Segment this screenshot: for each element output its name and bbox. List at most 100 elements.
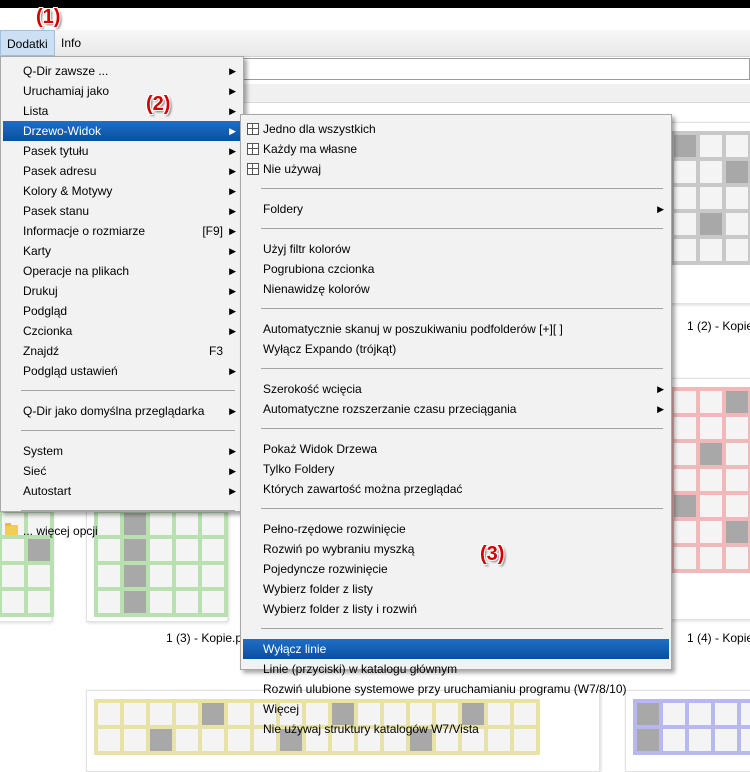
submenu-arrow-icon: ▶	[229, 486, 236, 496]
menu-dodatki[interactable]: Dodatki	[0, 30, 55, 56]
menu-item-wiecej-opcji[interactable]: ... więcej opcji	[3, 521, 241, 541]
menu-item-q-dir-zawsze[interactable]: Q-Dir zawsze ... ▶	[3, 61, 241, 81]
menu-item-karty[interactable]: Karty ▶	[3, 241, 241, 261]
menu-item-pokaz-widok-drzewa[interactable]: Pokaż Widok Drzewa	[243, 439, 669, 459]
menu-item-q-dir-jako-domyslna-przegladarka[interactable]: Q-Dir jako domyślna przeglądarka ▶	[3, 401, 241, 421]
menu-item-nie-uzywaj[interactable]: Nie używaj	[243, 159, 669, 179]
menu-item-label: Nienawidzę kolorów	[263, 282, 370, 296]
thumbnail-cell	[2, 591, 24, 613]
menu-item-pogrubiona-czcionka[interactable]: Pogrubiona czcionka	[243, 259, 669, 279]
menu-item-pasek-adresu[interactable]: Pasek adresu ▶	[3, 161, 241, 181]
menu-item-szerokosc-wciecia[interactable]: Szerokość wcięcia ▶	[243, 379, 669, 399]
thumbnail-cell	[150, 539, 172, 561]
thumbnail-cell	[674, 495, 696, 517]
thumbnail[interactable]	[662, 122, 750, 304]
menu-item-kolory-motywy[interactable]: Kolory & Motywy ▶	[3, 181, 241, 201]
thumbnail-cell	[726, 213, 748, 235]
menu-separator	[21, 510, 235, 511]
menu-item-nie-uzywaj-struktury-katalogow-w7-vista[interactable]: Nie używaj struktury katalogów W7/Vista	[243, 719, 669, 739]
thumbnail-cell	[726, 161, 748, 183]
menu-item-tylko-foldery[interactable]: Tylko Foldery	[243, 459, 669, 479]
menu-item-wy-acz-expando-trojkat[interactable]: Wyłącz Expando (trójkąt)	[243, 339, 669, 359]
menu-item-informacje-o-rozmiarze[interactable]: Informacje o rozmiarze [F9] ▶	[3, 221, 241, 241]
menu-item-wybierz-folder-z-listy-i-rozwin[interactable]: Wybierz folder z listy i rozwiń	[243, 599, 669, 619]
menu-item-drukuj[interactable]: Drukuj ▶	[3, 281, 241, 301]
column-header-strip	[240, 84, 750, 103]
menu-item-automatyczne-rozszerzanie-czasu-przeciagania[interactable]: Automatyczne rozszerzanie czasu przeciąg…	[243, 399, 669, 419]
menu-item-wiecej[interactable]: Więcej	[243, 699, 669, 719]
menu-item-uruchamiaj-jako[interactable]: Uruchamiaj jako ▶	[3, 81, 241, 101]
menu-item-wybierz-folder-z-listy[interactable]: Wybierz folder z listy	[243, 579, 669, 599]
thumbnail-image	[670, 131, 750, 265]
submenu-arrow-icon: ▶	[229, 406, 236, 416]
address-bar[interactable]	[240, 58, 750, 80]
menu-item-automatycznie-skanuj-w-poszukiwaniu-podfolderow[interactable]: Automatycznie skanuj w poszukiwaniu podf…	[243, 319, 669, 339]
menu-separator	[21, 390, 235, 391]
menu-item-ktorych-zawartosc-mozna-przegladac[interactable]: Których zawartość można przeglądać	[243, 479, 669, 499]
menu-item-lista[interactable]: Lista ▶	[3, 101, 241, 121]
menu-item-jedno-dla-wszystkich[interactable]: Jedno dla wszystkich	[243, 119, 669, 139]
menu-item-uzyj-filtr-kolorow[interactable]: Użyj filtr kolorów	[243, 239, 669, 259]
menu-item-pe-no-rzedowe-rozwiniecie[interactable]: Pełno-rzędowe rozwinięcie	[243, 519, 669, 539]
thumbnail[interactable]	[0, 500, 54, 622]
menu-item-label: Pasek tytułu	[23, 144, 89, 158]
menu-item-nienawidze-kolorow[interactable]: Nienawidzę kolorów	[243, 279, 669, 299]
menu-item-system[interactable]: System ▶	[3, 441, 241, 461]
menu-item-label: Lista	[23, 104, 49, 118]
menu-item-rozwin-po-wybraniu-myszka[interactable]: Rozwiń po wybraniu myszką	[243, 539, 669, 559]
thumbnail-cell	[124, 729, 146, 751]
menu-item-pojedyncze-rozwiniecie[interactable]: Pojedyncze rozwinięcie	[243, 559, 669, 579]
menu-item-label: Wybierz folder z listy	[263, 582, 373, 596]
menu-bar: Dodatki Info	[0, 30, 750, 57]
menu-item-pasek-tytu-u[interactable]: Pasek tytułu ▶	[3, 141, 241, 161]
menu-item-label: Znajdź	[23, 344, 60, 358]
thumbnail-cell	[176, 591, 198, 613]
submenu-arrow-icon: ▶	[229, 66, 236, 76]
menu-item-siec[interactable]: Sieć ▶	[3, 461, 241, 481]
submenu-arrow-icon: ▶	[657, 384, 664, 394]
menu-item-pasek-stanu[interactable]: Pasek stanu ▶	[3, 201, 241, 221]
menu-item-shortcut: [F9]	[202, 224, 223, 238]
menu-item-operacje-na-plikach[interactable]: Operacje na plikach ▶	[3, 261, 241, 281]
menu-separator	[261, 228, 663, 229]
menu-item-label: Pogrubiona czcionka	[263, 262, 375, 276]
submenu-arrow-icon: ▶	[229, 166, 236, 176]
menu-item-rozwin-ulubione-systemowe-przy-uruchamianiu-programu-w7-8-10[interactable]: Rozwiń ulubione systemowe przy uruchamia…	[243, 679, 669, 699]
menu-item-wy-acz-linie[interactable]: Wyłącz linie	[243, 639, 669, 659]
menu-separator	[261, 188, 663, 189]
thumbnail-cell	[700, 213, 722, 235]
thumbnail-cell	[741, 703, 750, 725]
menu-item-foldery[interactable]: Foldery ▶	[243, 199, 669, 219]
thumbnail[interactable]	[662, 378, 750, 620]
thumbnail[interactable]	[86, 500, 228, 622]
menu-item-czcionka[interactable]: Czcionka ▶	[3, 321, 241, 341]
menu-item-label: Czcionka	[23, 324, 73, 338]
menu-item-podglad[interactable]: Podgląd ▶	[3, 301, 241, 321]
menu-item-label: Uruchamiaj jako	[23, 84, 110, 98]
annotation-2: (2)	[146, 93, 171, 115]
thumbnail-cell	[176, 703, 198, 725]
thumbnail-cell	[700, 187, 722, 209]
menu-item-znajdz[interactable]: Znajdź F3	[3, 341, 241, 361]
thumbnail-cell	[726, 239, 748, 261]
menu-item-drzewo-widok[interactable]: Drzewo-Widok ▶	[3, 121, 241, 141]
thumbnail-cell	[2, 539, 24, 561]
submenu-arrow-icon: ▶	[229, 146, 236, 156]
thumbnail-cell	[28, 565, 50, 587]
menu-item-podglad-ustawien[interactable]: Podgląd ustawień ▶	[3, 361, 241, 381]
thumbnail-label: 1 (3) - Kopie.p	[166, 631, 243, 645]
thumbnail-cell	[715, 703, 737, 725]
menu-item-kazdy-ma-w-asne[interactable]: Każdy ma własne	[243, 139, 669, 159]
submenu-arrow-icon: ▶	[229, 246, 236, 256]
menu-item-label: Wybierz folder z listy i rozwiń	[263, 602, 417, 616]
thumbnail-cell	[674, 187, 696, 209]
submenu-arrow-icon: ▶	[229, 126, 236, 136]
menu-item-label: Linie (przyciski) w katalogu głównym	[263, 662, 458, 676]
window-top-edge	[0, 0, 750, 8]
menu-item-autostart[interactable]: Autostart ▶	[3, 481, 241, 501]
menu-item-linie-przyciski-w-katalogu-g-ownym[interactable]: Linie (przyciski) w katalogu głównym	[243, 659, 669, 679]
submenu-arrow-icon: ▶	[657, 404, 664, 414]
menu-info[interactable]: Info	[55, 30, 87, 56]
thumbnail-cell	[700, 495, 722, 517]
menu-item-label: Nie używaj struktury katalogów W7/Vista	[263, 722, 479, 736]
